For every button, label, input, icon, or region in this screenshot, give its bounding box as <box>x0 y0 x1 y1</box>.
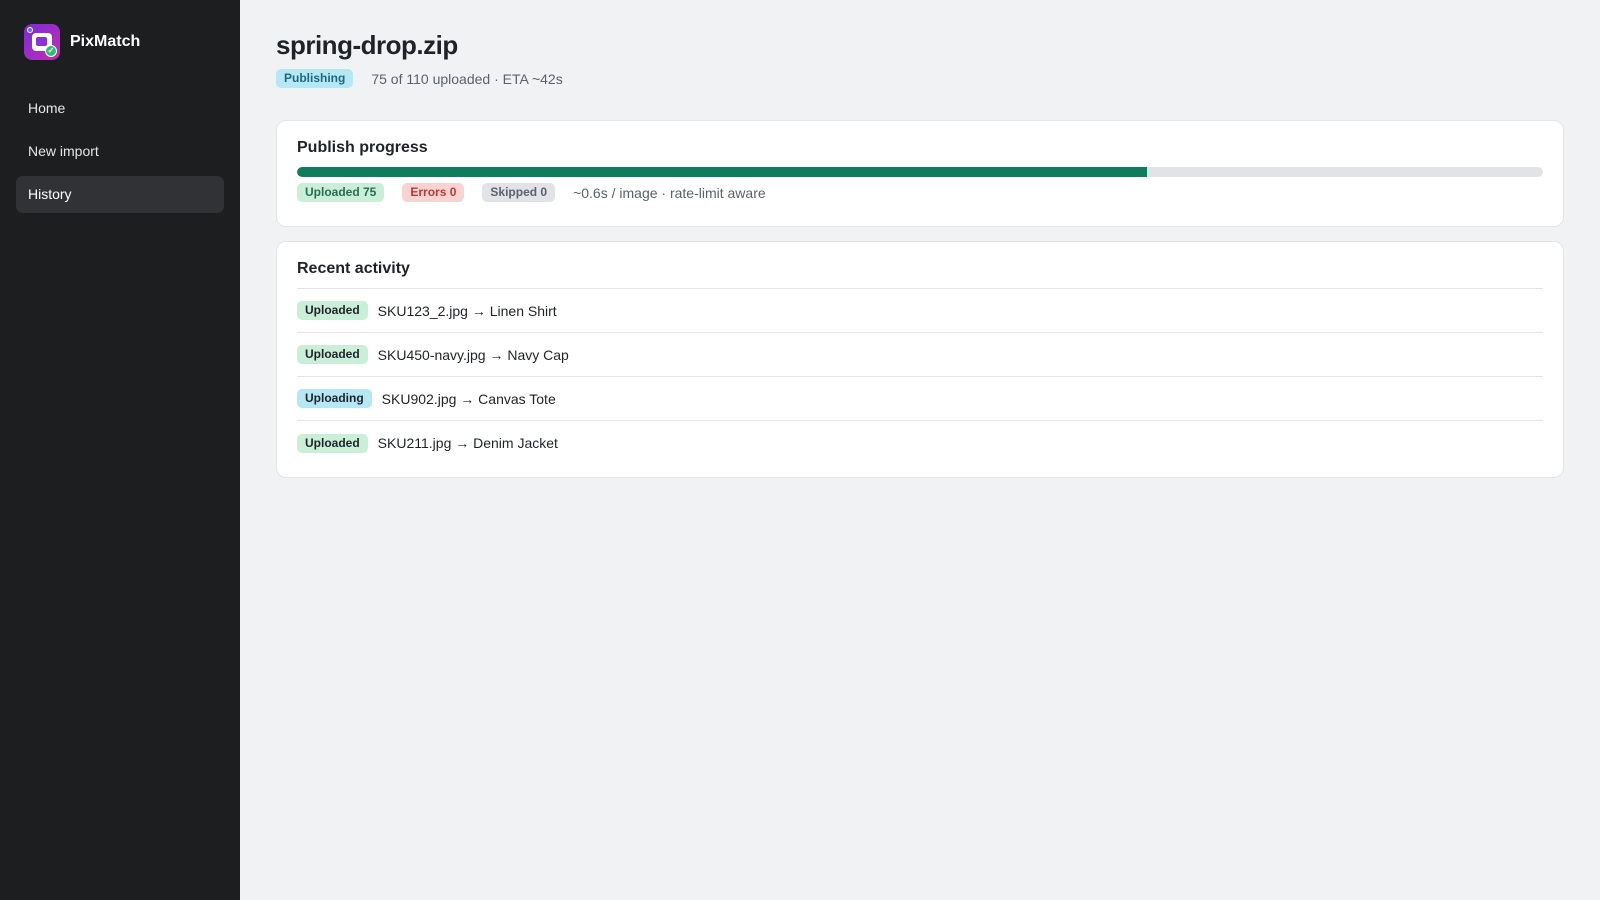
brand: ✓ PixMatch <box>16 24 224 60</box>
rate-info: ~0.6s / image · rate-limit aware <box>573 184 766 201</box>
publish-progress-card: Publish progress Uploaded 75 Errors 0 Sk… <box>276 120 1564 227</box>
row-status-badge: Uploaded <box>297 301 368 320</box>
main-content: spring-drop.zip Publishing 75 of 110 upl… <box>240 0 1600 900</box>
status-badge: Publishing <box>276 69 354 88</box>
row-status-badge: Uploaded <box>297 433 368 453</box>
recent-activity-title: Recent activity <box>297 260 1543 289</box>
check-icon: ✓ <box>45 45 57 57</box>
row-text: SKU902.jpg → Canvas Tote <box>381 390 556 407</box>
row-text: SKU211.jpg → Denim Jacket <box>377 435 558 451</box>
uploaded-count-badge: Uploaded 75 <box>297 183 385 202</box>
sidebar-item-history[interactable]: History <box>16 176 224 213</box>
progress-stats: Uploaded 75 Errors 0 Skipped 0 ~0.6s / i… <box>297 183 1543 202</box>
row-status-badge: Uploaded <box>297 345 368 364</box>
progress-bar <box>297 167 1543 177</box>
sidebar-nav: Home New import History <box>16 90 224 213</box>
photo-check-icon: ✓ <box>24 24 60 60</box>
skipped-count-badge: Skipped 0 <box>482 183 556 202</box>
sidebar-item-home[interactable]: Home <box>16 90 224 127</box>
sidebar: ✓ PixMatch Home New import History <box>0 0 240 900</box>
status-line: Publishing 75 of 110 uploaded · ETA ~42s <box>276 69 1564 88</box>
errors-count-badge: Errors 0 <box>402 183 465 202</box>
app-root: ✓ PixMatch Home New import History sprin… <box>0 0 1600 900</box>
logo-dot <box>27 27 33 33</box>
row-text: SKU123_2.jpg → Linen Shirt <box>377 302 557 319</box>
upload-summary: 75 of 110 uploaded · ETA ~42s <box>371 70 563 87</box>
row-text: SKU450-navy.jpg → Navy Cap <box>377 346 569 363</box>
publish-progress-title: Publish progress <box>297 139 428 156</box>
list-item: Uploaded SKU123_2.jpg → Linen Shirt <box>297 289 1543 333</box>
progress-fill <box>297 167 1147 177</box>
list-item: Uploaded SKU211.jpg → Denim Jacket <box>297 421 1543 465</box>
brand-name: PixMatch <box>70 33 141 50</box>
recent-activity-card: Recent activity Uploaded SKU123_2.jpg → … <box>276 241 1564 478</box>
list-item: Uploading SKU902.jpg → Canvas Tote <box>297 377 1543 421</box>
row-status-badge: Uploading <box>297 389 372 408</box>
list-item: Uploaded SKU450-navy.jpg → Navy Cap <box>297 333 1543 377</box>
page-title: spring-drop.zip <box>276 30 458 60</box>
sidebar-item-new-import[interactable]: New import <box>16 133 224 170</box>
activity-list: Uploaded SKU123_2.jpg → Linen Shirt Uplo… <box>297 289 1543 465</box>
